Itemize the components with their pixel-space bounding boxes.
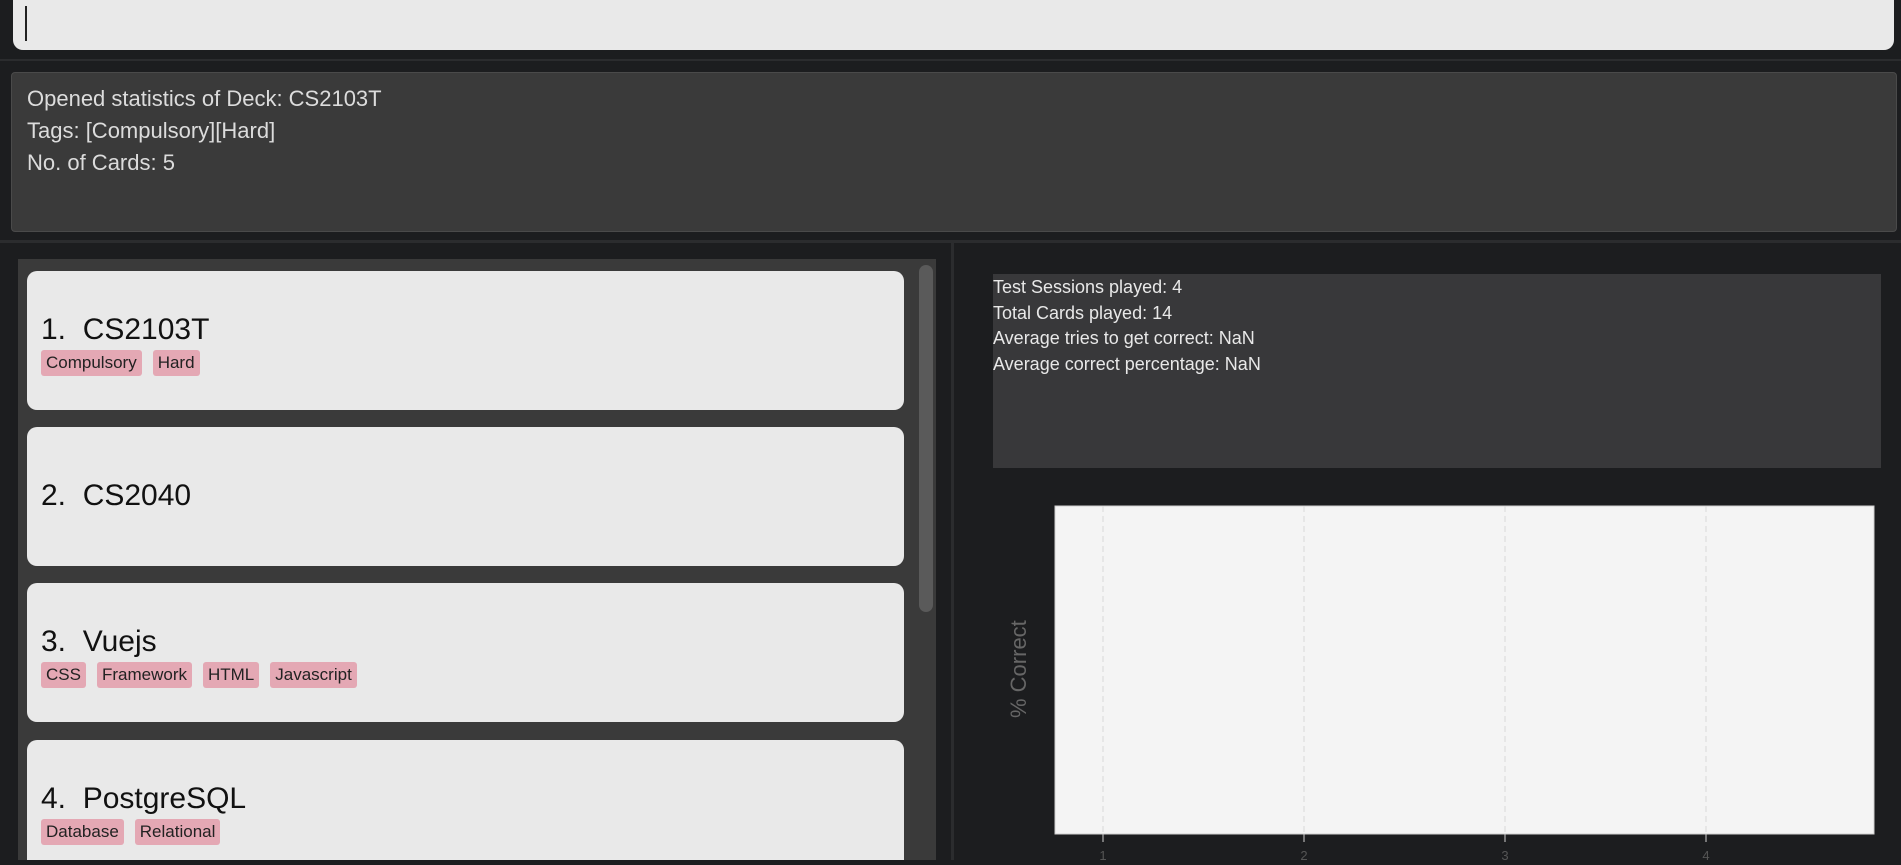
command-bar [0,0,1901,61]
tag: Database [41,819,124,845]
tag-row: CSS Framework HTML Javascript [41,662,357,688]
deck-title: 3. Vuejs [41,625,157,658]
deck-title: 2. CS2040 [41,479,192,512]
statistics-summary: Test Sessions played: 4 Total Cards play… [993,274,1881,468]
stat-line: Total Cards played: 14 [993,302,1173,323]
text-caret [25,6,27,41]
x-tick-label: 2 [1300,848,1307,860]
deck-card[interactable]: 1. CS2103T Compulsory Hard [27,271,904,410]
chart-svg: 1 2 3 4 [1054,505,1875,863]
tag-row: Database Relational [41,819,221,845]
stat-line: Test Sessions played: 4 [993,277,1183,297]
tag-row: Compulsory Hard [41,350,200,376]
x-tick-label: 4 [1702,848,1709,860]
deck-title: 1. CS2103T [41,313,210,346]
x-tick-label: 1 [1099,848,1106,860]
tag: Framework [96,662,192,688]
result-line: Tags: [Compulsory][Hard] [27,118,276,143]
x-tick-label: 3 [1501,848,1508,860]
result-line: No. of Cards: 5 [27,150,175,175]
x-axis-ticks: 1 2 3 4 [1099,834,1710,863]
command-input[interactable] [13,0,1894,50]
tag: HTML [202,662,260,688]
plot-area [1054,505,1875,835]
y-axis-label: % Correct [1006,620,1031,718]
deck-card[interactable]: 2. CS2040 [27,427,904,566]
tag: CSS [41,662,86,688]
deck-title: 4. PostgreSQL [41,782,247,815]
tag: Javascript [270,662,357,688]
stat-line: Average correct percentage: NaN [993,353,1261,374]
deck-card[interactable]: 4. PostgreSQL Database Relational [27,740,904,860]
correct-percentage-chart: 1 2 3 4 [993,490,1893,863]
result-line: Opened statistics of Deck: CS2103T [27,86,382,111]
deck-list[interactable]: 1. CS2103T Compulsory Hard 2. CS2040 3. … [18,259,936,860]
stat-line: Average tries to get correct: NaN [993,328,1255,348]
tag: Hard [152,350,200,376]
tag: Compulsory [41,350,142,376]
deck-list-scrollbar[interactable] [919,265,933,612]
split-pane-divider[interactable] [951,243,954,860]
tag: Relational [134,819,221,845]
deck-card[interactable]: 3. Vuejs CSS Framework HTML Javascript [27,583,904,722]
result-display: Opened statistics of Deck: CS2103T Tags:… [11,72,1897,232]
